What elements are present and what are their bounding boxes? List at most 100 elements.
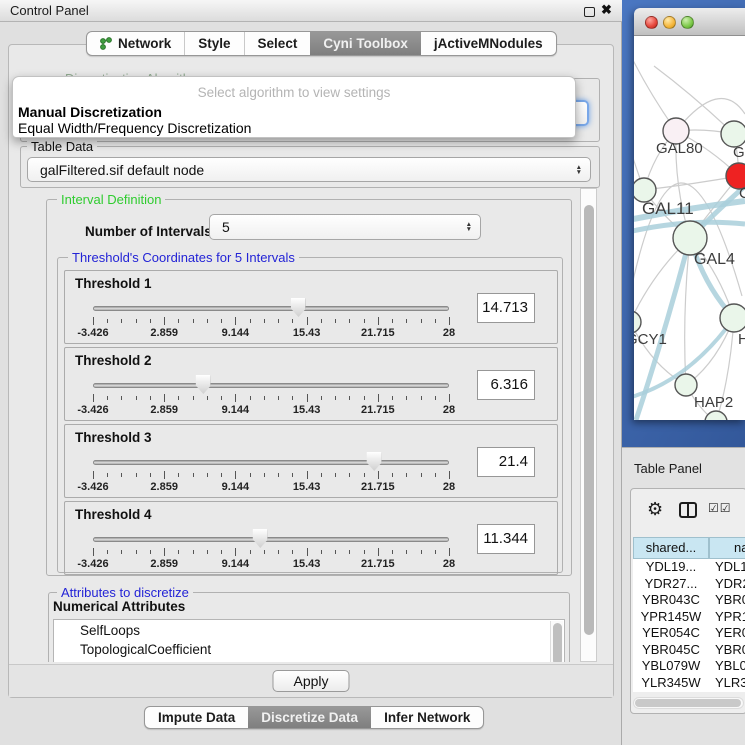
table-column-header[interactable]: shared...	[633, 537, 709, 559]
select-columns-icon[interactable]: ☑☑	[708, 501, 732, 515]
slider-tick	[121, 319, 122, 323]
float-window-icon[interactable]	[584, 7, 595, 17]
table-row[interactable]: YBR043CYBR0	[633, 592, 745, 609]
zoom-traffic-light-icon[interactable]	[681, 16, 694, 29]
network-node-label: GCY1	[634, 331, 667, 348]
control-panel-titlebar: Control Panel ✖	[0, 0, 622, 22]
attribute-list-item[interactable]: BetweennessCentrality	[54, 659, 564, 662]
table-row[interactable]: YDR27...YDR2	[633, 576, 745, 593]
tab-jactivemnodules[interactable]: jActiveMNodules	[421, 32, 556, 55]
algorithm-option[interactable]: Equal Width/Frequency Discretization	[16, 120, 572, 136]
slider-handle[interactable]	[291, 298, 306, 317]
network-graph[interactable]: GAL80GCGAL11GAL4GCY1HHAP2	[634, 36, 745, 420]
slider-tick-label: 28	[443, 558, 455, 570]
slider-tick	[421, 473, 422, 477]
bottom-tab-label: Impute Data	[158, 710, 235, 725]
slider-tick	[150, 473, 151, 477]
slider-tick	[193, 473, 194, 477]
slider-tick	[449, 394, 450, 402]
bottom-tab-label: Discretize Data	[261, 710, 358, 725]
apply-row: Apply	[9, 664, 613, 697]
slider-track	[93, 306, 449, 311]
threshold-block: Threshold 1-3.4262.8599.14415.4321.71528…	[64, 270, 558, 344]
algorithm-placeholder-option[interactable]: Select algorithm to view settings	[13, 85, 575, 100]
slider-handle[interactable]	[367, 452, 382, 471]
slider-tick-label: 2.859	[150, 558, 178, 570]
slider-tick	[307, 394, 308, 402]
network-node[interactable]	[675, 374, 697, 396]
close-icon[interactable]: ✖	[601, 2, 612, 18]
tab-cyni-toolbox[interactable]: Cyni Toolbox	[310, 32, 421, 55]
table-horizontal-scrollbar[interactable]	[633, 697, 744, 709]
list-scrollbar[interactable]	[550, 621, 563, 662]
network-window: GAL80GCGAL11GAL4GCY1HHAP2	[634, 8, 745, 420]
table-row[interactable]: YDL19...YDL1	[633, 559, 745, 576]
threshold-slider[interactable]: -3.4262.8599.14415.4321.71528	[93, 374, 449, 420]
bottom-tab-infer-network[interactable]: Infer Network	[371, 707, 483, 728]
slider-handle[interactable]	[253, 529, 268, 548]
bottom-tab-impute-data[interactable]: Impute Data	[145, 707, 248, 728]
minimize-traffic-light-icon[interactable]	[663, 16, 676, 29]
numerical-attributes-list[interactable]: SelfLoopsTopologicalCoefficientBetweenne…	[53, 619, 565, 662]
network-node[interactable]	[720, 304, 745, 332]
algorithm-option[interactable]: Manual Discretization	[16, 104, 572, 120]
close-traffic-light-icon[interactable]	[645, 16, 658, 29]
threshold-slider[interactable]: -3.4262.8599.14415.4321.71528	[93, 451, 449, 497]
slider-tick	[150, 550, 151, 554]
threshold-value-field[interactable]: 6.316	[477, 370, 535, 400]
table-row[interactable]: YBL079WYBL0	[633, 658, 745, 675]
table-row[interactable]: YPR145WYPR1	[633, 609, 745, 626]
network-node[interactable]	[634, 311, 641, 333]
table-row[interactable]: YLR345WYLR3	[633, 675, 745, 692]
list-scrollbar-thumb[interactable]	[553, 623, 562, 662]
attribute-list-item[interactable]: SelfLoops	[54, 620, 564, 641]
panel-scrollbar-thumb[interactable]	[584, 205, 594, 635]
threshold-value-field[interactable]: 14.713	[477, 293, 535, 323]
tab-network[interactable]: Network	[87, 32, 185, 55]
table-row[interactable]: YBR045CYBR0	[633, 642, 745, 659]
slider-handle[interactable]	[196, 375, 211, 394]
table-row[interactable]: YIL052CYIL0	[633, 691, 745, 692]
bottom-tab-discretize-data[interactable]: Discretize Data	[248, 707, 371, 728]
threshold-slider[interactable]: -3.4262.8599.14415.4321.71528	[93, 528, 449, 574]
slider-tick	[150, 319, 151, 323]
table-hscrollbar-thumb[interactable]	[635, 699, 741, 707]
slider-tick	[178, 550, 179, 554]
attributes-group: Attributes to discretize Numerical Attri…	[48, 592, 570, 662]
slider-tick	[292, 319, 293, 323]
tab-select[interactable]: Select	[245, 32, 311, 55]
table-column-header[interactable]: na	[709, 537, 745, 559]
table-cell: YDL1	[709, 559, 745, 576]
settings-gear-icon[interactable]: ⚙	[647, 499, 663, 520]
table-data-select[interactable]: galFiltered.sif default node ▲▼	[27, 157, 591, 182]
slider-tick	[392, 396, 393, 400]
table-cell: YDR2	[709, 576, 745, 593]
network-node[interactable]	[705, 411, 727, 420]
apply-button[interactable]: Apply	[272, 670, 349, 692]
tab-label: Cyni Toolbox	[323, 36, 408, 51]
threshold-value-field[interactable]: 21.4	[477, 447, 535, 477]
slider-tick	[349, 319, 350, 323]
panel-scrollbar[interactable]	[580, 188, 597, 662]
slider-tick-label: 21.715	[361, 404, 395, 416]
threshold-value-field[interactable]: 11.344	[477, 524, 535, 554]
table-row[interactable]: YER054CYER0	[633, 625, 745, 642]
algorithm-options-list: Manual DiscretizationEqual Width/Frequen…	[16, 104, 572, 136]
network-icon	[100, 37, 112, 50]
slider-tick	[278, 550, 279, 554]
slider-tick	[207, 396, 208, 400]
number-of-intervals-select[interactable]: 5 ▲▼	[209, 214, 481, 240]
table-cell: YDL19...	[633, 559, 709, 576]
network-node[interactable]	[673, 221, 707, 255]
attribute-list-item[interactable]: TopologicalCoefficient	[54, 641, 564, 660]
network-node-label: GAL11	[642, 199, 694, 218]
split-view-icon[interactable]	[679, 502, 697, 518]
table-data-group: Table Data galFiltered.sif default node …	[20, 146, 600, 188]
table-cell: YPR1	[709, 609, 745, 626]
slider-tick-label: 9.144	[222, 558, 250, 570]
network-canvas[interactable]: GAL80GCGAL11GAL4GCY1HHAP2	[634, 36, 745, 420]
slider-tick	[250, 396, 251, 400]
tab-style[interactable]: Style	[185, 32, 244, 55]
slider-tick-label: 21.715	[361, 481, 395, 493]
threshold-slider[interactable]: -3.4262.8599.14415.4321.71528	[93, 297, 449, 343]
